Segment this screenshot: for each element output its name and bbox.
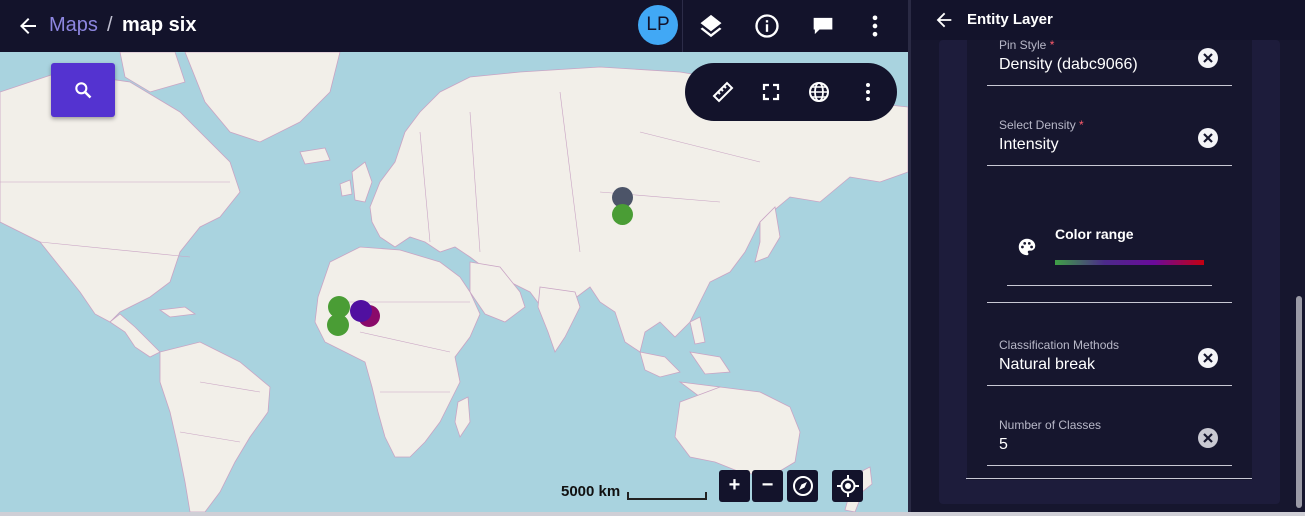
color-range-underline bbox=[1007, 285, 1212, 286]
clear-density-button[interactable] bbox=[1198, 128, 1218, 148]
toolbar-divider bbox=[682, 0, 683, 52]
comment-icon[interactable] bbox=[809, 12, 837, 40]
zoom-in-button[interactable]: + bbox=[719, 470, 750, 502]
close-icon bbox=[1203, 133, 1213, 143]
avatar[interactable]: LP bbox=[638, 5, 678, 45]
compass-button[interactable] bbox=[787, 470, 818, 502]
map-pin[interactable] bbox=[350, 300, 372, 322]
field-value: 5 bbox=[999, 436, 1008, 453]
close-icon bbox=[1203, 353, 1213, 363]
panel-title: Entity Layer bbox=[967, 11, 1053, 28]
clear-classes-button[interactable] bbox=[1198, 428, 1218, 448]
layers-icon[interactable] bbox=[697, 12, 725, 40]
breadcrumb-separator: / bbox=[107, 14, 113, 36]
scale-label: 5000 km bbox=[561, 483, 621, 500]
back-arrow-icon[interactable] bbox=[16, 14, 40, 38]
info-icon[interactable] bbox=[753, 12, 781, 40]
field-label: Select Density * bbox=[999, 118, 1084, 132]
compass-icon bbox=[792, 476, 813, 496]
close-icon bbox=[1203, 53, 1213, 63]
color-range-label: Color range bbox=[1055, 226, 1134, 242]
classification-method-select[interactable]: Classification Methods Natural break bbox=[987, 338, 1232, 386]
section-divider bbox=[966, 478, 1252, 479]
zoom-out-button[interactable]: − bbox=[752, 470, 783, 502]
close-icon bbox=[1203, 433, 1213, 443]
clear-pin-style-button[interactable] bbox=[1198, 48, 1218, 68]
search-icon bbox=[75, 82, 92, 99]
pin-style-select[interactable]: Pin Style * Density (dabc9066) bbox=[987, 38, 1232, 86]
more-vert-icon[interactable] bbox=[856, 80, 880, 104]
more-vert-icon[interactable] bbox=[861, 12, 889, 40]
basemap bbox=[0, 52, 908, 512]
field-value: Density (dabc9066) bbox=[999, 56, 1138, 73]
map-title: map six bbox=[122, 14, 197, 36]
field-label: Pin Style * bbox=[999, 38, 1055, 52]
map-toolbar bbox=[685, 63, 897, 121]
breadcrumb-maps-link[interactable]: Maps bbox=[49, 14, 98, 36]
map-canvas[interactable]: 5000 km + − bbox=[0, 52, 908, 512]
section-divider bbox=[987, 302, 1232, 303]
scale-bar bbox=[627, 492, 707, 500]
ruler-icon[interactable] bbox=[711, 80, 735, 104]
search-button[interactable] bbox=[51, 63, 115, 117]
panel-scrollbar[interactable] bbox=[1296, 296, 1302, 508]
field-label: Number of Classes bbox=[999, 418, 1102, 432]
color-range-gradient[interactable] bbox=[1055, 260, 1204, 265]
panel-header: Entity Layer bbox=[911, 0, 1305, 40]
number-of-classes-select[interactable]: Number of Classes 5 bbox=[987, 418, 1232, 466]
locate-button[interactable] bbox=[832, 470, 863, 502]
clear-classification-button[interactable] bbox=[1198, 348, 1218, 368]
map-pin[interactable] bbox=[612, 204, 633, 225]
field-value: Natural break bbox=[999, 356, 1096, 373]
top-app-bar: Maps / map six LP bbox=[0, 0, 908, 52]
select-density-select[interactable]: Select Density * Intensity bbox=[987, 118, 1232, 166]
locate-icon bbox=[836, 475, 859, 497]
field-label: Classification Methods bbox=[999, 338, 1120, 352]
fullscreen-icon[interactable] bbox=[759, 80, 783, 104]
field-value: Intensity bbox=[999, 136, 1059, 153]
back-arrow-icon[interactable] bbox=[933, 9, 955, 31]
globe-icon[interactable] bbox=[807, 80, 831, 104]
palette-icon bbox=[1018, 238, 1036, 256]
map-pin[interactable] bbox=[327, 314, 349, 336]
bottom-edge bbox=[0, 512, 1305, 516]
